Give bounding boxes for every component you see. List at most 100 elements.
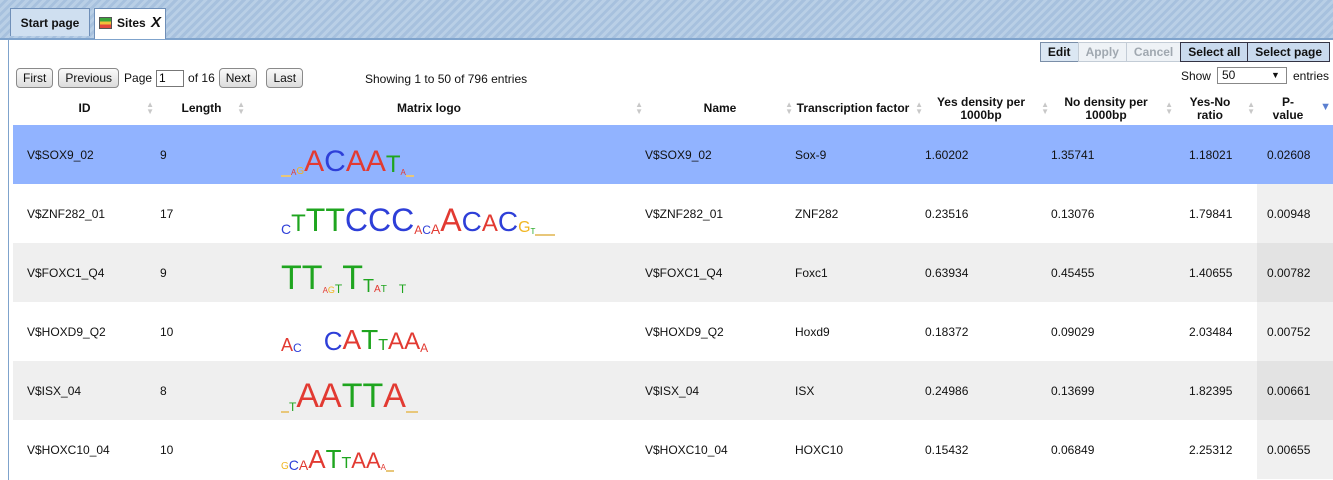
- sort-icon: ▲ ▼: [1247, 100, 1255, 116]
- cell-name: V$ZNF282_01: [645, 184, 795, 243]
- cell-length: 8: [156, 361, 247, 420]
- table-row[interactable]: V$HOXD9_Q2 10 ACCATTAAA V$HOXD9_Q2 Hoxd9…: [13, 302, 1333, 361]
- cell-no-density: 0.13076: [1051, 184, 1175, 243]
- cell-transcription-factor: ZNF282: [795, 184, 925, 243]
- cell-pvalue: 0.00661: [1257, 361, 1333, 420]
- sort-icon: ▲ ▼: [237, 100, 245, 116]
- column-header-transcription-factor[interactable]: Transcription factor ▲ ▼: [795, 92, 925, 125]
- cell-ratio: 1.40655: [1175, 243, 1257, 302]
- cell-transcription-factor: ISX: [795, 361, 925, 420]
- entries-per-page-select[interactable]: 50 ▼: [1216, 67, 1287, 84]
- cell-length: 9: [156, 125, 247, 184]
- cell-length: 10: [156, 420, 247, 479]
- cell-ratio: 1.82395: [1175, 361, 1257, 420]
- sequence-logo-image: CTTTCCCACAACACGT: [253, 192, 645, 236]
- cell-pvalue: 0.00752: [1257, 302, 1333, 361]
- cell-ratio: 1.18021: [1175, 125, 1257, 184]
- showing-entries-info: Showing 1 to 50 of 796 entries: [365, 72, 528, 86]
- cell-id: V$HOXC10_04: [13, 420, 156, 479]
- column-header-name[interactable]: Name ▲ ▼: [645, 92, 795, 125]
- edit-button[interactable]: Edit: [1039, 42, 1079, 62]
- previous-page-button[interactable]: Previous: [58, 68, 120, 88]
- cell-name: V$HOXC10_04: [645, 420, 795, 479]
- column-header-no-density[interactable]: No density per 1000bp ▲ ▼: [1051, 92, 1175, 125]
- tab-sites[interactable]: Sites X: [94, 8, 166, 39]
- table-row[interactable]: V$HOXC10_04 10 GCAATTAAA V$HOXC10_04 HOX…: [13, 420, 1333, 479]
- column-header-id[interactable]: ID ▲ ▼: [13, 92, 156, 125]
- cell-pvalue: 0.00782: [1257, 243, 1333, 302]
- cell-no-density: 0.13699: [1051, 361, 1175, 420]
- table-row[interactable]: V$ZNF282_01 17 CTTTCCCACAACACGT V$ZNF282…: [13, 184, 1333, 243]
- sequence-logo-image: TTAGTTTATT: [281, 258, 407, 297]
- table-row[interactable]: V$ISX_04 8 TAATTA V$ISX_04 ISX 0.24986 0…: [13, 361, 1333, 420]
- cell-length: 10: [156, 302, 247, 361]
- column-header-ratio[interactable]: Yes-No ratio ▲ ▼: [1175, 92, 1257, 125]
- cell-id: V$SOX9_02: [13, 125, 156, 184]
- column-header-pvalue[interactable]: P-value ▼: [1257, 92, 1333, 125]
- cell-yes-density: 0.23516: [925, 184, 1051, 243]
- cell-matrix-logo: AGACAATA: [247, 125, 645, 184]
- tab-bar: Start page Sites X: [0, 0, 1333, 40]
- table-row[interactable]: V$FOXC1_Q4 9 TTAGTTTATT V$FOXC1_Q4 Foxc1…: [13, 243, 1333, 302]
- cell-ratio: 2.03484: [1175, 302, 1257, 361]
- cell-ratio: 2.25312: [1175, 420, 1257, 479]
- select-all-button[interactable]: Select all: [1180, 42, 1249, 62]
- select-page-button[interactable]: Select page: [1247, 42, 1330, 62]
- cell-pvalue: 0.00948: [1257, 184, 1333, 243]
- cell-matrix-logo: ACCATTAAA: [247, 302, 645, 361]
- cell-id: V$ISX_04: [13, 361, 156, 420]
- cell-no-density: 0.09029: [1051, 302, 1175, 361]
- sort-icon: ▲ ▼: [146, 100, 154, 116]
- cell-id: V$ZNF282_01: [13, 184, 156, 243]
- cell-transcription-factor: HOXC10: [795, 420, 925, 479]
- cell-pvalue: 0.00655: [1257, 420, 1333, 479]
- sort-descending-icon: ▼: [1320, 101, 1331, 113]
- table-row[interactable]: V$SOX9_02 9 AGACAATA V$SOX9_02 Sox-9 1.6…: [13, 125, 1333, 184]
- sort-icon: ▲ ▼: [635, 100, 643, 116]
- cell-transcription-factor: Sox-9: [795, 125, 925, 184]
- cell-id: V$HOXD9_Q2: [13, 302, 156, 361]
- cell-yes-density: 0.24986: [925, 361, 1051, 420]
- page-total: of 16: [188, 71, 215, 85]
- cell-no-density: 0.45455: [1051, 243, 1175, 302]
- cell-yes-density: 0.18372: [925, 302, 1051, 361]
- sequence-logo-image: TAATTA: [253, 369, 645, 413]
- first-page-button[interactable]: First: [16, 68, 54, 88]
- page-number-input[interactable]: [156, 69, 185, 87]
- column-header-yes-density[interactable]: Yes density per 1000bp ▲ ▼: [925, 92, 1051, 125]
- sort-icon: ▲ ▼: [915, 100, 923, 116]
- cell-length: 17: [156, 184, 247, 243]
- page-label: Page: [124, 71, 153, 85]
- cell-name: V$HOXD9_Q2: [645, 302, 795, 361]
- show-entries-control: Show 50 ▼ entries: [1181, 67, 1329, 84]
- cell-ratio: 1.79841: [1175, 184, 1257, 243]
- sort-icon: ▲ ▼: [1165, 100, 1173, 116]
- last-page-button[interactable]: Last: [266, 68, 304, 88]
- cell-yes-density: 0.15432: [925, 420, 1051, 479]
- cell-name: V$FOXC1_Q4: [645, 243, 795, 302]
- sites-table: ID ▲ ▼ Length ▲ ▼ Matrix logo ▲ ▼ Name ▲ ▼ Trans…: [13, 92, 1333, 479]
- cell-transcription-factor: Hoxd9: [795, 302, 925, 361]
- sequence-logo-image: AGACAATA: [253, 133, 645, 177]
- cell-yes-density: 1.60202: [925, 125, 1051, 184]
- cell-matrix-logo: CTTTCCCACAACACGT: [247, 184, 645, 243]
- action-toolbar: Edit Apply Cancel Select all Select page: [1039, 42, 1330, 62]
- cell-matrix-logo: GCAATTAAA: [247, 420, 645, 479]
- cell-id: V$FOXC1_Q4: [13, 243, 156, 302]
- cell-yes-density: 0.63934: [925, 243, 1051, 302]
- sequence-logo-image: ACCATTAAA: [281, 323, 429, 356]
- close-tab-icon[interactable]: X: [151, 9, 161, 37]
- dropdown-arrow-icon: ▼: [1271, 70, 1280, 80]
- column-header-matrix-logo[interactable]: Matrix logo ▲ ▼: [247, 92, 645, 125]
- apply-button[interactable]: Apply: [1077, 42, 1127, 62]
- cancel-button[interactable]: Cancel: [1125, 42, 1182, 62]
- entries-label: entries: [1292, 68, 1329, 83]
- tab-sites-label: Sites: [117, 16, 146, 30]
- tab-start-page[interactable]: Start page: [10, 8, 90, 36]
- next-page-button[interactable]: Next: [218, 68, 258, 88]
- sequence-logo-image: GCAATTAAA: [253, 428, 645, 472]
- column-header-length[interactable]: Length ▲ ▼: [156, 92, 247, 125]
- cell-no-density: 0.06849: [1051, 420, 1175, 479]
- cell-pvalue: 0.02608: [1257, 125, 1333, 184]
- cell-transcription-factor: Foxc1: [795, 243, 925, 302]
